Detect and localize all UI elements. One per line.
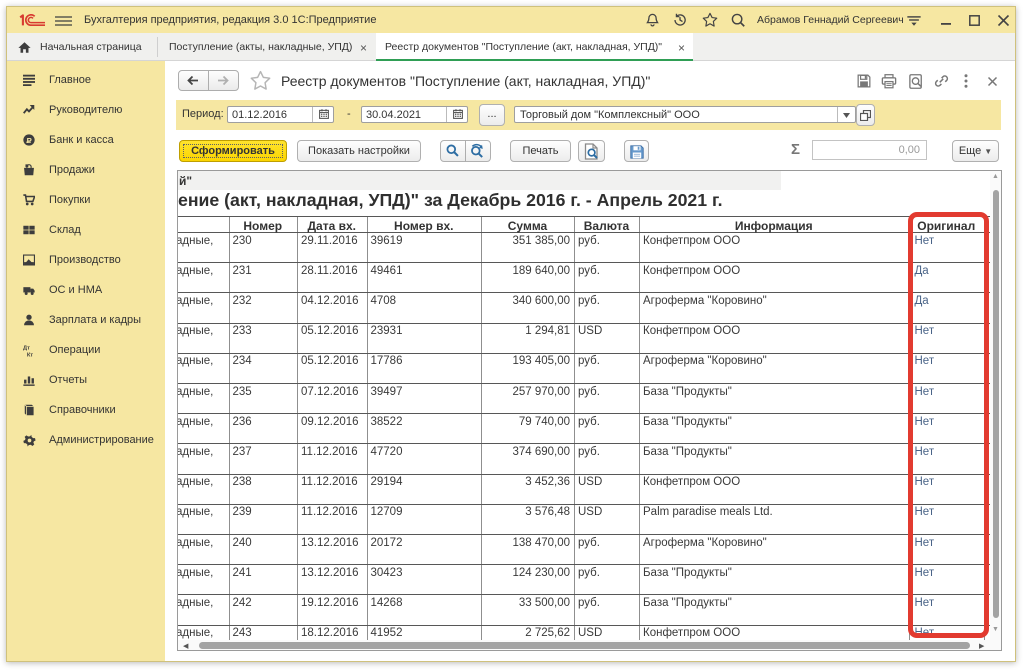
svg-text:P: P bbox=[27, 136, 32, 145]
svg-text:Кт: Кт bbox=[27, 353, 33, 357]
svg-text:Дт: Дт bbox=[23, 346, 30, 352]
